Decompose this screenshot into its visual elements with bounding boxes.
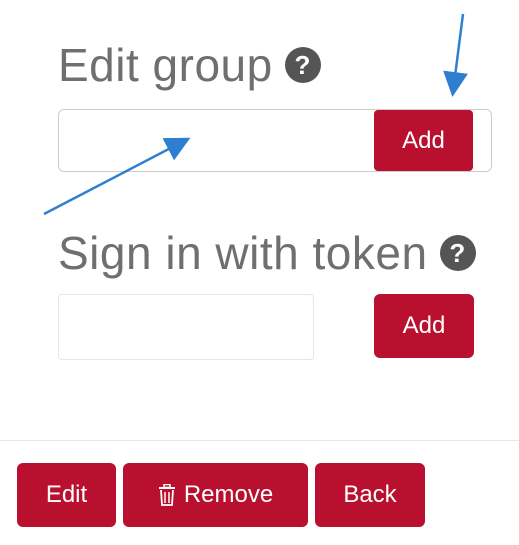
sign-in-token-title: Sign in with token xyxy=(58,227,428,279)
question-circle-icon[interactable]: ? xyxy=(439,235,476,271)
back-button[interactable]: Back xyxy=(315,463,425,527)
question-circle-icon[interactable]: ? xyxy=(284,47,321,83)
edit-group-title: Edit group xyxy=(58,39,273,91)
token-input[interactable] xyxy=(58,294,314,360)
divider xyxy=(0,440,519,441)
edit-group-input[interactable] xyxy=(67,116,371,166)
edit-group-add-button[interactable]: Add xyxy=(374,110,473,171)
trash-icon xyxy=(158,484,176,506)
edit-group-heading: Edit group ? xyxy=(58,38,321,92)
edit-button[interactable]: Edit xyxy=(17,463,116,527)
sign-in-token-heading: Sign in with token ? xyxy=(58,226,476,280)
token-add-button[interactable]: Add xyxy=(374,294,474,358)
remove-label: Remove xyxy=(183,481,274,508)
group-settings-panel: Edit group ? Add Sign in with token ? Ad… xyxy=(0,0,519,545)
annotation-arrow-add xyxy=(443,13,468,97)
remove-button[interactable]: Remove xyxy=(123,463,308,527)
